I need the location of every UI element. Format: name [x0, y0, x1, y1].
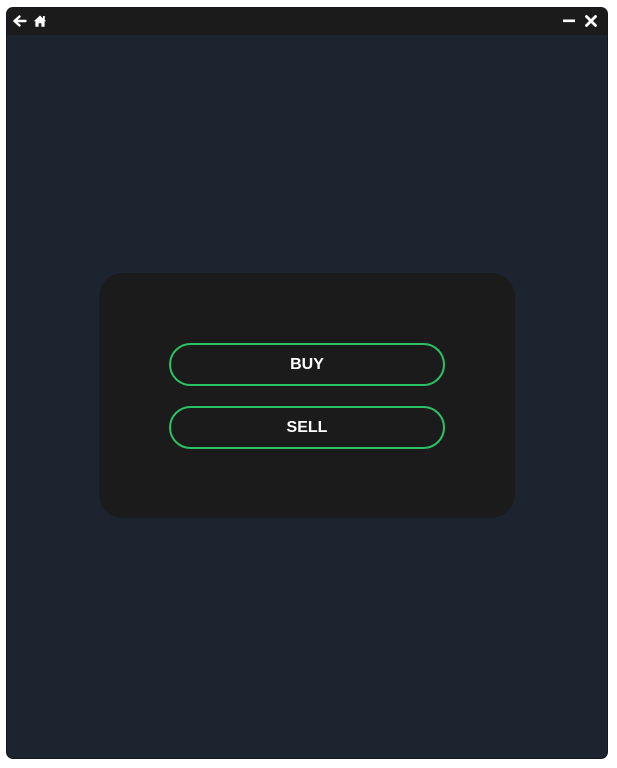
- buy-button[interactable]: BUY: [169, 343, 445, 386]
- minimize-icon[interactable]: [562, 14, 576, 28]
- home-icon[interactable]: [33, 14, 47, 28]
- titlebar: [7, 8, 607, 35]
- trade-panel: BUY SELL: [99, 273, 515, 518]
- sell-button[interactable]: SELL: [169, 406, 445, 449]
- arrow-left-icon[interactable]: [13, 14, 27, 28]
- app-window: BUY SELL: [7, 8, 607, 758]
- close-icon[interactable]: [584, 14, 598, 28]
